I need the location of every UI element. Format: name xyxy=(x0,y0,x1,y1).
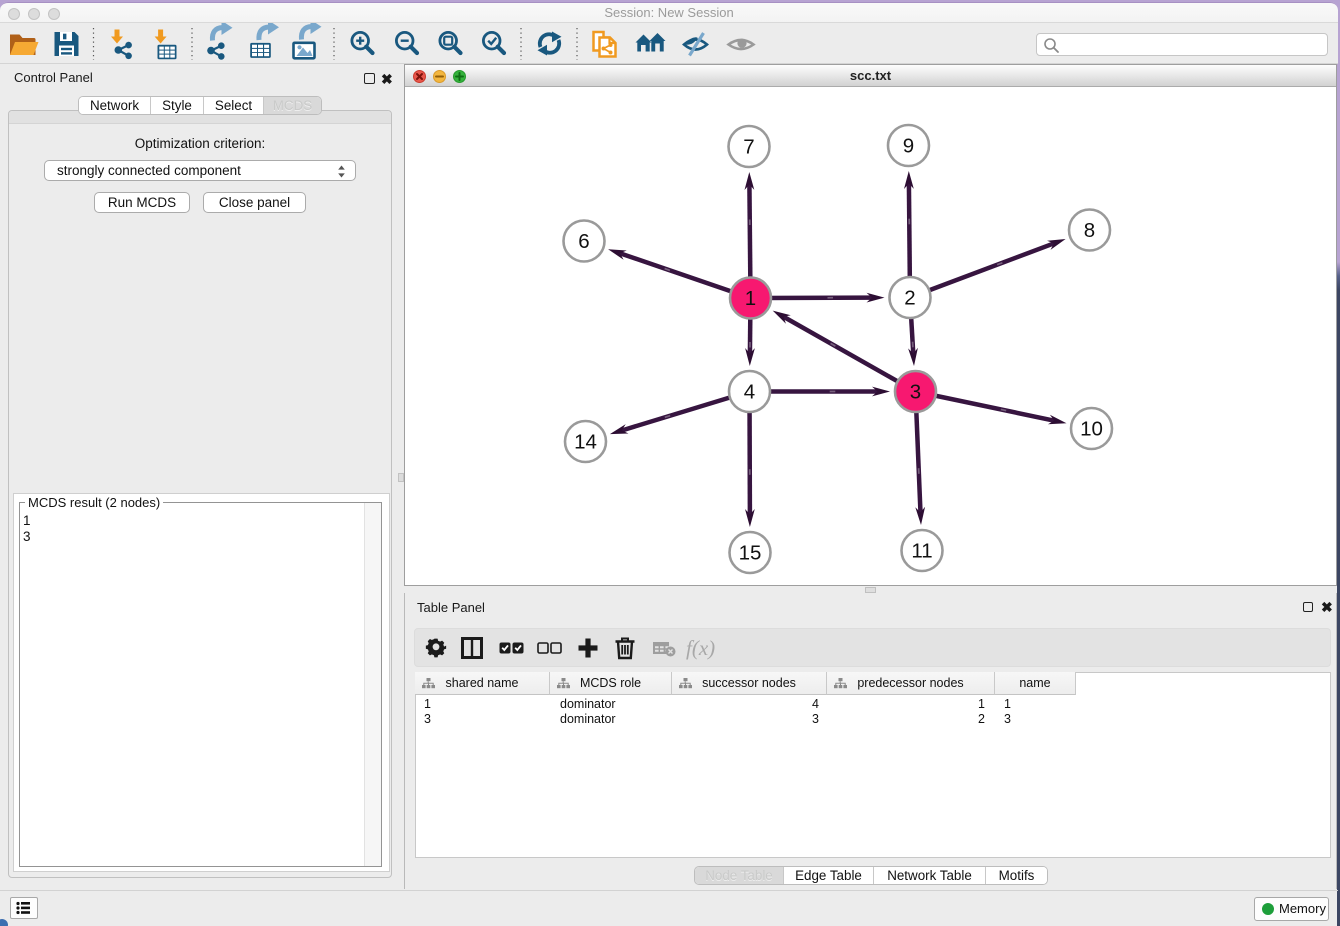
svg-text:7: 7 xyxy=(743,136,754,159)
svg-text:14: 14 xyxy=(574,431,597,454)
svg-text:3: 3 xyxy=(910,381,921,404)
svg-text:9: 9 xyxy=(903,135,914,158)
svg-text:15: 15 xyxy=(739,542,762,565)
svg-text:f(x): f(x) xyxy=(686,636,715,660)
svg-text:1: 1 xyxy=(745,287,756,310)
svg-text:11: 11 xyxy=(911,540,932,563)
svg-text:4: 4 xyxy=(744,381,755,404)
svg-text:10: 10 xyxy=(1080,418,1103,441)
svg-text:6: 6 xyxy=(578,230,589,253)
svg-text:8: 8 xyxy=(1084,219,1095,242)
svg-text:2: 2 xyxy=(904,287,915,310)
